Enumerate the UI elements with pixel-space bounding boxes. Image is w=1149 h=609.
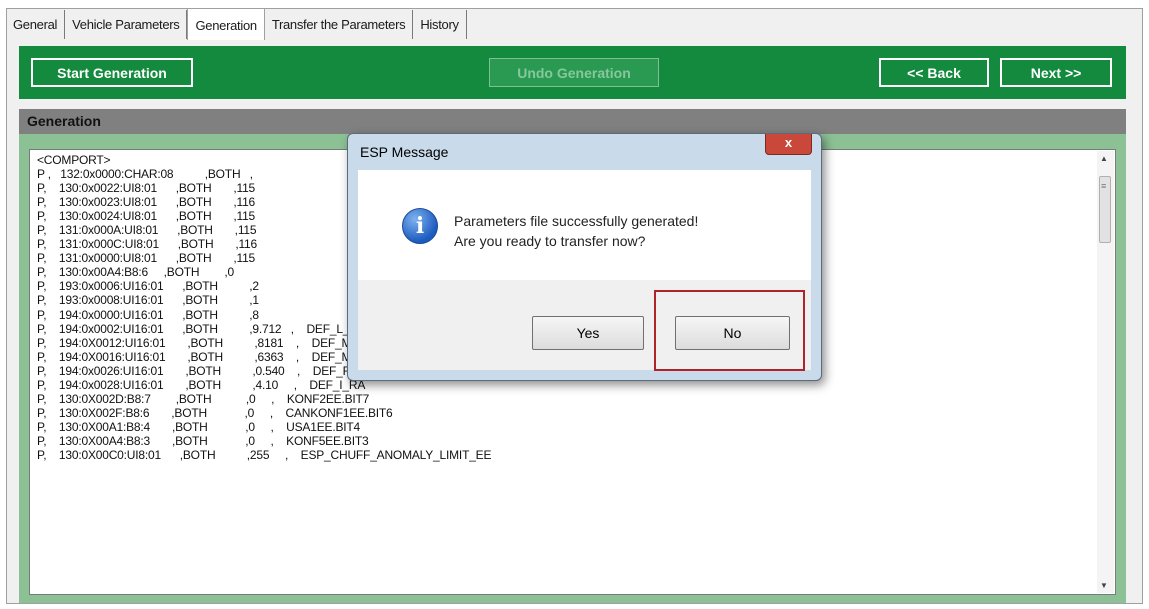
output-line: P, 130:0X00A1:B8:4 ,BOTH ,0 , USA1EE.BIT… (37, 419, 360, 434)
dialog-message-line2: Are you ready to transfer now? (454, 233, 646, 249)
grip-icon: ≡ (1101, 181, 1107, 191)
next-button[interactable]: Next >> (1000, 58, 1112, 87)
close-icon[interactable]: x (765, 134, 812, 155)
vertical-scrollbar[interactable]: ▲ ≡ ▼ (1097, 151, 1114, 593)
tab-bar: General Vehicle Parameters Generation Tr… (6, 8, 467, 40)
dialog-message-line1: Parameters file successfully generated! (454, 213, 699, 229)
info-icon: i (402, 208, 438, 244)
yes-button[interactable]: Yes (532, 316, 644, 350)
scroll-down-arrow-icon[interactable]: ▼ (1100, 581, 1108, 590)
undo-generation-button[interactable]: Undo Generation (489, 58, 659, 87)
output-line: P, 130:0X002F:B8:6 ,BOTH ,0 , CANKONF1EE… (37, 405, 393, 420)
tab-transfer-parameters[interactable]: Transfer the Parameters (265, 10, 414, 39)
output-line: P, 130:0X00C0:UI8:01 ,BOTH ,255 , ESP_CH… (37, 447, 492, 462)
output-line: P, 130:0X00A4:B8:3 ,BOTH ,0 , KONF5EE.BI… (37, 433, 369, 448)
output-line: P, 130:0X002D:B8:7 ,BOTH ,0 , KONF2EE.BI… (37, 391, 370, 406)
toolbar: Start Generation Undo Generation << Back… (19, 46, 1126, 99)
scroll-up-arrow-icon[interactable]: ▲ (1100, 154, 1108, 163)
back-button[interactable]: << Back (879, 58, 989, 87)
no-button-highlight (654, 290, 805, 371)
tab-generation[interactable]: Generation (187, 8, 265, 40)
dialog-title: ESP Message (360, 144, 449, 160)
tab-history[interactable]: History (413, 10, 467, 39)
tab-general[interactable]: General (6, 10, 66, 39)
tab-vehicle-parameters[interactable]: Vehicle Parameters (65, 10, 188, 39)
section-title: Generation (19, 109, 1126, 134)
start-generation-button[interactable]: Start Generation (31, 58, 193, 87)
dialog-body: i Parameters file successfully generated… (358, 170, 811, 280)
